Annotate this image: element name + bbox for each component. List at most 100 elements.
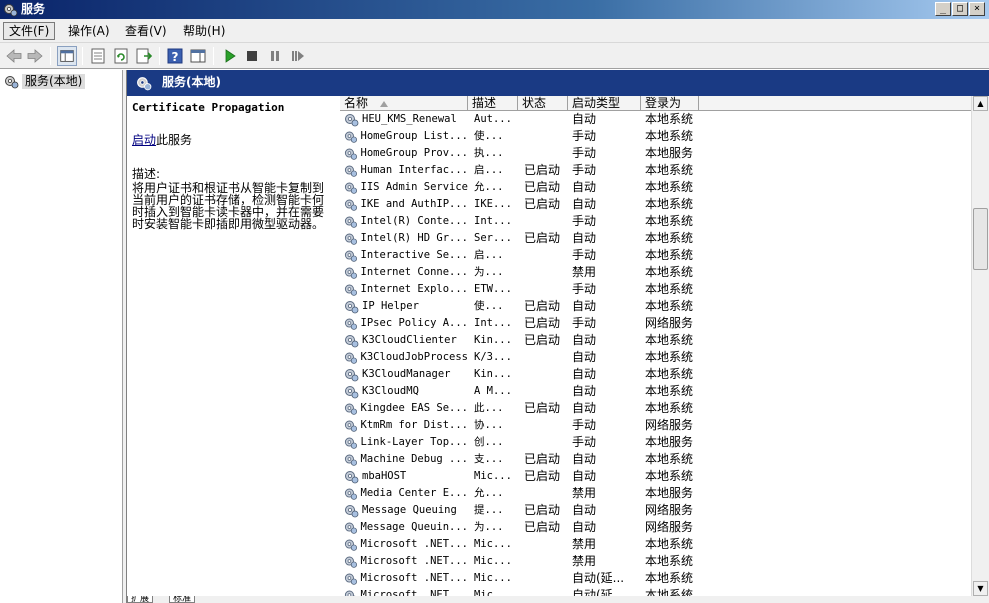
minimize-button[interactable]: _ xyxy=(935,2,951,16)
back-icon[interactable] xyxy=(4,46,24,66)
table-row[interactable]: IP Helper 使... 已启动 自动 本地系统 xyxy=(340,298,972,315)
service-description: Aut... xyxy=(474,113,512,125)
service-status: 已启动 xyxy=(524,180,561,194)
service-startup-type: 自动 xyxy=(572,520,597,534)
service-name-cell: Machine Debug ... xyxy=(344,451,468,468)
service-log-on-as: 网络服务 xyxy=(645,316,694,330)
table-row[interactable]: K3CloudClienter Kin... 已启动 自动 本地系统 xyxy=(340,332,972,349)
forward-icon[interactable] xyxy=(25,46,45,66)
service-status: 已启动 xyxy=(524,197,561,211)
pause-service-icon[interactable] xyxy=(265,46,285,66)
tab-extended[interactable]: 扩展 xyxy=(127,596,154,603)
column-header-startup-type[interactable]: 启动类型 xyxy=(568,96,641,111)
refresh-icon[interactable] xyxy=(111,46,131,66)
service-startup-type: 禁用 xyxy=(572,486,597,500)
svg-text:?: ? xyxy=(172,50,179,64)
service-startup-type: 自动 xyxy=(572,452,597,466)
table-row[interactable]: Microsoft .NET... Mic... 禁用 本地系统 xyxy=(340,536,972,553)
service-description: 执... xyxy=(474,147,504,159)
table-row[interactable]: Kingdee EAS Se... 此... 已启动 自动 本地系统 xyxy=(340,400,972,417)
table-row[interactable]: HomeGroup List... 使... 手动 本地系统 xyxy=(340,128,972,145)
table-row[interactable]: Interactive Se... 启... 手动 本地系统 xyxy=(340,247,972,264)
properties-icon[interactable] xyxy=(88,46,108,66)
resume-service-icon[interactable] xyxy=(288,46,308,66)
tree-node-services-local[interactable]: 服务(本地) xyxy=(4,73,86,90)
tree-node-label: 服务(本地) xyxy=(22,74,86,89)
table-row[interactable]: Internet Explo... ETW... 手动 本地系统 xyxy=(340,281,972,298)
service-gear-icon xyxy=(344,284,357,296)
start-service-icon[interactable] xyxy=(220,46,240,66)
service-gear-icon xyxy=(344,131,357,143)
maximize-button[interactable]: □ xyxy=(952,2,968,16)
table-row[interactable]: IPsec Policy A... Int... 已启动 手动 网络服务 xyxy=(340,315,972,332)
service-name-cell: Media Center E... xyxy=(344,485,468,502)
column-header-log-on-as[interactable]: 登录为 xyxy=(641,96,699,111)
scroll-down-button[interactable]: ▼ xyxy=(973,581,988,596)
table-row[interactable]: Media Center E... 允... 禁用 本地服务 xyxy=(340,485,972,502)
service-log-on-as: 本地系统 xyxy=(645,265,694,279)
column-header-status[interactable]: 状态 xyxy=(518,96,568,111)
service-log-on-as: 本地系统 xyxy=(645,214,694,228)
table-row[interactable]: HEU_KMS_Renewal Aut... 自动 本地系统 xyxy=(340,111,972,128)
table-row[interactable]: KtmRm for Dist... 协... 手动 网络服务 xyxy=(340,417,972,434)
table-row[interactable]: K3CloudJobProcess K/3... 自动 本地系统 xyxy=(340,349,972,366)
service-name-cell: HomeGroup List... xyxy=(344,128,468,145)
menu-view[interactable]: 查看(V) xyxy=(120,22,172,40)
table-row[interactable]: Message Queuin... 为... 已启动 自动 网络服务 xyxy=(340,519,972,536)
table-row[interactable]: mbaHOST Mic... 已启动 自动 本地系统 xyxy=(340,468,972,485)
start-service-link[interactable]: 启动 xyxy=(132,133,156,147)
service-log-on-as: 网络服务 xyxy=(645,418,694,432)
table-row[interactable]: K3CloudManager Kin... 自动 本地系统 xyxy=(340,366,972,383)
close-button[interactable]: × xyxy=(969,2,985,16)
table-row[interactable]: Microsoft .NET... Mic... 自动(延... 本地系统 xyxy=(340,570,972,587)
help-icon[interactable]: ? xyxy=(165,46,185,66)
service-name: Microsoft .NET... xyxy=(360,555,468,567)
service-log-on-as: 本地系统 xyxy=(645,180,694,194)
service-description: 允... xyxy=(474,181,504,193)
service-status xyxy=(524,247,570,264)
tab-standard[interactable]: 标准 xyxy=(169,596,196,603)
service-startup-type: 自动 xyxy=(572,299,597,313)
table-row[interactable]: Link-Layer Top... 创... 手动 本地服务 xyxy=(340,434,972,451)
service-name-cell: Human Interfac... xyxy=(344,162,468,179)
table-row[interactable]: IKE and AuthIP... IKE... 已启动 自动 本地系统 xyxy=(340,196,972,213)
table-row[interactable]: K3CloudMQ A M... 自动 本地系统 xyxy=(340,383,972,400)
service-name-cell: IIS Admin Service xyxy=(344,179,468,196)
service-name: Machine Debug ... xyxy=(360,453,468,465)
service-name: K3CloudJobProcess xyxy=(360,351,468,363)
service-name-cell: Microsoft .NET... xyxy=(344,587,468,596)
table-row[interactable]: Internet Conne... 为... 禁用 本地系统 xyxy=(340,264,972,281)
vertical-scrollbar[interactable]: ▲ ▼ xyxy=(971,96,989,596)
table-row[interactable]: Human Interfac... 启... 已启动 手动 本地系统 xyxy=(340,162,972,179)
table-row[interactable]: Message Queuing 提... 已启动 自动 网络服务 xyxy=(340,502,972,519)
service-description: ETW... xyxy=(474,283,512,295)
service-description: Mic... xyxy=(474,555,512,567)
service-name-cell: Message Queuin... xyxy=(344,519,468,536)
service-name: Intel(R) Conte... xyxy=(360,215,468,227)
table-row[interactable]: Intel(R) HD Gr... Ser... 已启动 自动 本地系统 xyxy=(340,230,972,247)
show-hide-tree-icon[interactable] xyxy=(57,46,77,66)
scroll-up-button[interactable]: ▲ xyxy=(973,96,988,111)
table-row[interactable]: Microsoft .NET... Mic... 禁用 本地系统 xyxy=(340,553,972,570)
service-gear-icon xyxy=(344,267,357,279)
service-gear-icon xyxy=(345,505,359,518)
table-row[interactable]: Machine Debug ... 支... 已启动 自动 本地系统 xyxy=(340,451,972,468)
menu-action[interactable]: 操作(A) xyxy=(63,22,115,40)
service-startup-type: 手动 xyxy=(572,418,597,432)
table-row[interactable]: Microsoft .NET... Mic... 自动(延... 本地系统 xyxy=(340,587,972,596)
menu-file[interactable]: 文件(F) xyxy=(3,22,56,40)
menu-help[interactable]: 帮助(H) xyxy=(178,22,230,40)
column-header-description[interactable]: 描述 xyxy=(468,96,518,111)
service-name: Intel(R) HD Gr... xyxy=(360,232,468,244)
scroll-thumb[interactable] xyxy=(973,208,988,270)
table-row[interactable]: IIS Admin Service 允... 已启动 自动 本地系统 xyxy=(340,179,972,196)
export-list-icon[interactable] xyxy=(134,46,154,66)
table-row[interactable]: Intel(R) Conte... Int... 手动 本地系统 xyxy=(340,213,972,230)
service-status: 已启动 xyxy=(524,299,561,313)
service-name: HomeGroup Prov... xyxy=(360,147,468,159)
stop-service-icon[interactable] xyxy=(242,46,262,66)
show-hide-action-pane-icon[interactable] xyxy=(188,46,208,66)
column-header-name[interactable]: 名称 xyxy=(340,96,468,111)
service-status xyxy=(524,111,570,128)
table-row[interactable]: HomeGroup Prov... 执... 手动 本地服务 xyxy=(340,145,972,162)
